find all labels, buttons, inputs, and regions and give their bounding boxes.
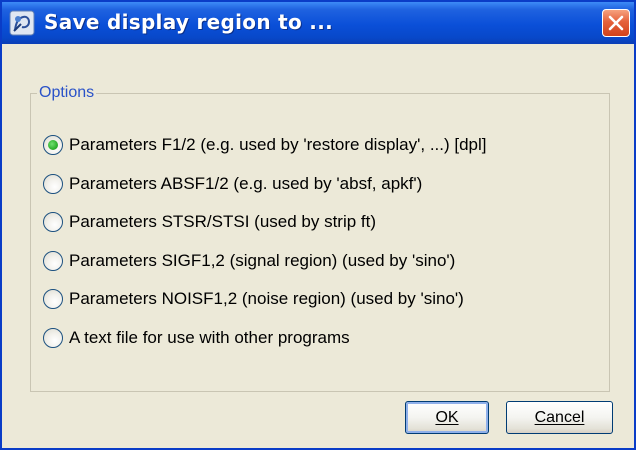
radio-button[interactable]: [43, 250, 63, 271]
title-bar[interactable]: Save display region to ...: [2, 2, 634, 44]
close-icon: [608, 15, 624, 31]
radio-button[interactable]: [43, 289, 63, 309]
radio-button[interactable]: [43, 135, 63, 155]
dialog-content: Options Parameters F1/2 (e.g. used by 'r…: [2, 44, 634, 448]
options-list: Parameters F1/2 (e.g. used by 'restore d…: [43, 135, 487, 366]
ok-button[interactable]: OK: [405, 401, 489, 434]
options-legend: Options: [39, 84, 95, 101]
option-absf1-2[interactable]: Parameters ABSF1/2 (e.g. used by 'absf, …: [43, 173, 487, 213]
option-label[interactable]: Parameters STSR/STSI (used by strip ft): [69, 212, 376, 232]
app-icon[interactable]: [9, 10, 35, 36]
option-label[interactable]: Parameters F1/2 (e.g. used by 'restore d…: [69, 135, 487, 155]
option-label[interactable]: Parameters ABSF1/2 (e.g. used by 'absf, …: [69, 174, 422, 194]
radio-selected-dot: [48, 140, 58, 150]
ok-button-label: OK: [435, 408, 459, 426]
option-f1-2[interactable]: Parameters F1/2 (e.g. used by 'restore d…: [43, 135, 487, 174]
cancel-button-label: Cancel: [534, 408, 585, 426]
window-title: Save display region to ...: [44, 10, 333, 34]
radio-button[interactable]: [43, 173, 63, 194]
radio-button[interactable]: [43, 212, 63, 232]
options-group: Options Parameters F1/2 (e.g. used by 'r…: [30, 84, 610, 392]
option-label[interactable]: A text file for use with other programs: [69, 328, 350, 348]
option-sigf1-2[interactable]: Parameters SIGF1,2 (signal region) (used…: [43, 250, 487, 290]
option-label[interactable]: Parameters NOISF1,2 (noise region) (used…: [69, 289, 464, 309]
option-noisf1-2[interactable]: Parameters NOISF1,2 (noise region) (used…: [43, 289, 487, 328]
radio-button[interactable]: [43, 327, 63, 348]
save-display-region-dialog: Save display region to ... Options Param…: [0, 0, 636, 450]
option-stsr-stsi[interactable]: Parameters STSR/STSI (used by strip ft): [43, 212, 487, 251]
option-label[interactable]: Parameters SIGF1,2 (signal region) (used…: [69, 251, 455, 271]
close-button[interactable]: [602, 9, 630, 37]
cancel-button[interactable]: Cancel: [506, 401, 613, 434]
option-text-file[interactable]: A text file for use with other programs: [43, 327, 487, 367]
